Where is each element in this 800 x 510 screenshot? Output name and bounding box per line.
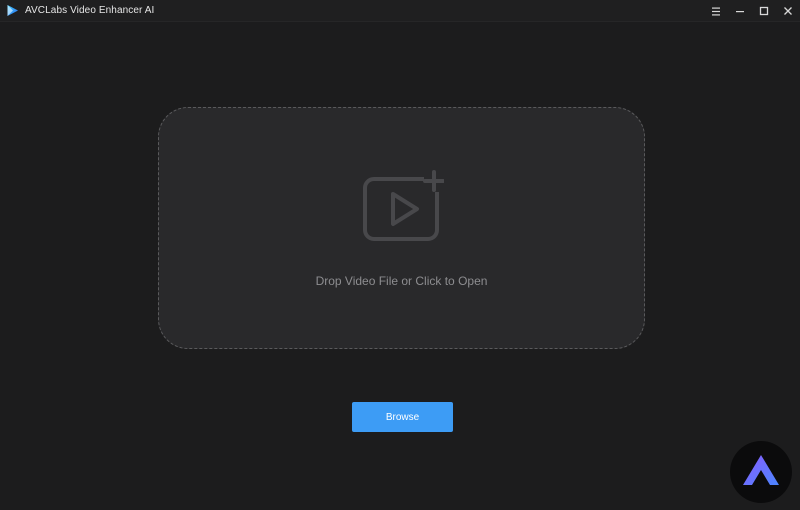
browse-button[interactable]: Browse	[352, 402, 453, 432]
video-drop-zone[interactable]: Drop Video File or Click to Open	[158, 107, 645, 349]
window-controls	[704, 0, 800, 22]
app-title: AVCLabs Video Enhancer AI	[25, 5, 155, 16]
title-bar: AVCLabs Video Enhancer AI	[0, 0, 800, 22]
video-add-icon	[362, 170, 446, 242]
minimize-icon[interactable]	[728, 0, 752, 22]
brand-a-logo-icon	[741, 453, 781, 492]
menu-icon[interactable]	[704, 0, 728, 22]
app-window: AVCLabs Video Enhancer AI Drop Video Fil…	[0, 0, 800, 510]
corner-logo-badge	[730, 441, 792, 503]
play-triangle-logo-icon	[6, 4, 19, 17]
maximize-icon[interactable]	[752, 0, 776, 22]
drop-zone-text: Drop Video File or Click to Open	[315, 274, 488, 288]
close-icon[interactable]	[776, 0, 800, 22]
